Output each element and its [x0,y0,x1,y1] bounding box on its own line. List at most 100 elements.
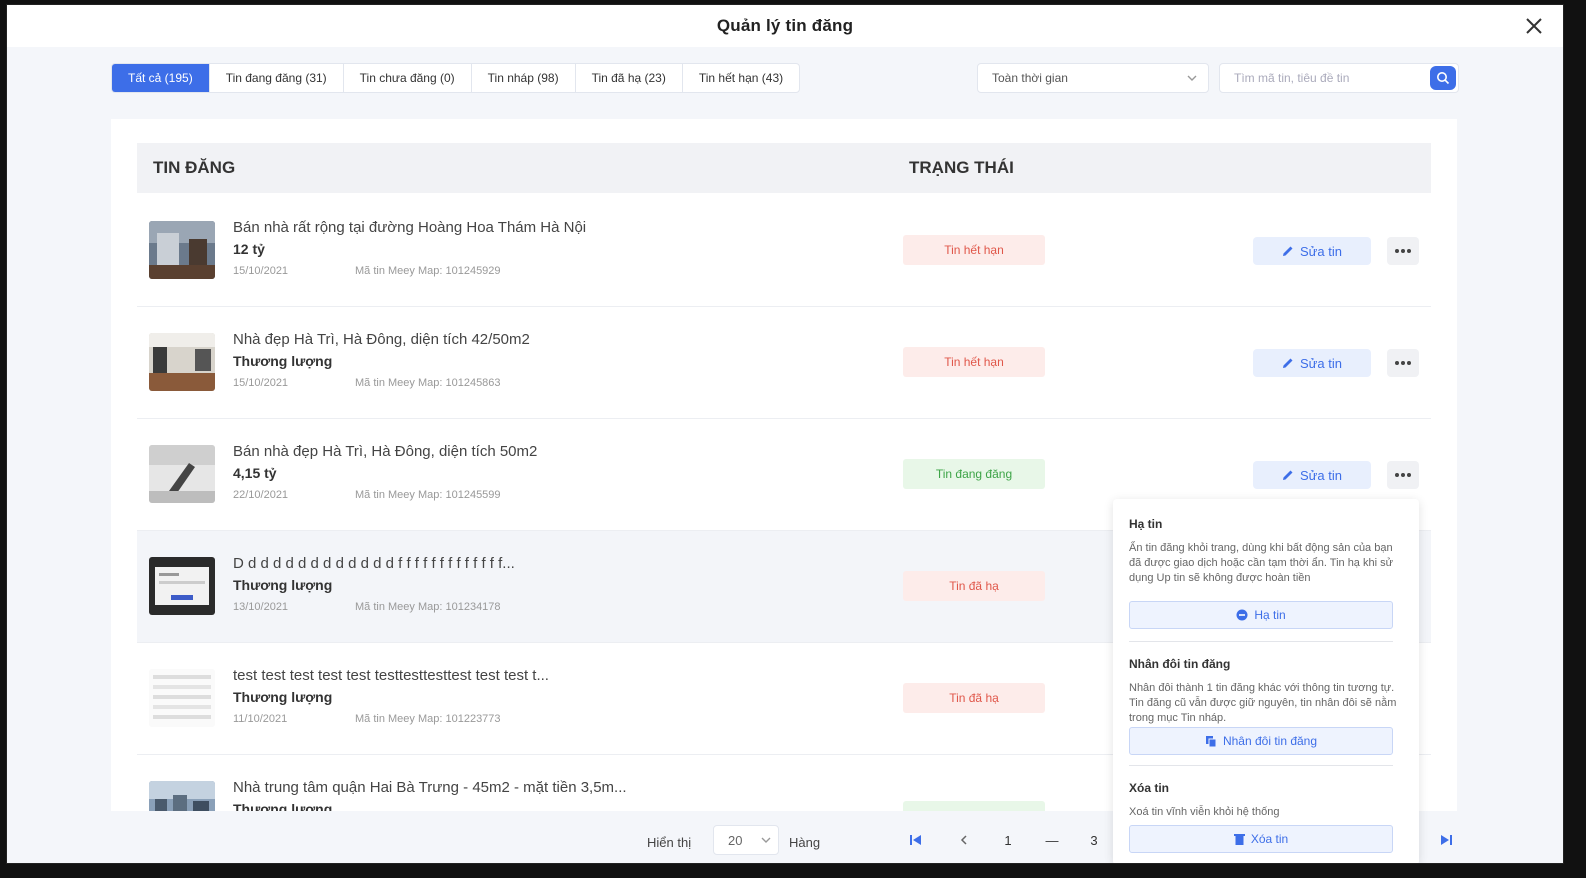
delete-post-label: Xóa tin [1250,832,1289,846]
menu-heading: Nhân đôi tin đăng [1129,657,1231,671]
post-thumbnail [149,669,215,727]
minus-circle-icon [1236,609,1248,621]
more-options-button[interactable] [1387,237,1419,265]
more-dots-icon [1395,361,1411,365]
close-icon [1526,18,1542,34]
edit-post-button[interactable]: Sửa tin [1253,349,1371,377]
pencil-icon [1283,358,1293,368]
more-dots-icon [1395,473,1411,477]
menu-section-duplicate: Nhân đôi tin đăng Nhân đôi thành 1 tin đ… [1129,657,1403,755]
time-filter-select[interactable]: Toàn thời gian [977,63,1209,93]
menu-section-take-down: Hạ tin Ẩn tin đăng khỏi trang, dùng khi … [1129,517,1403,629]
post-date: 11/10/2021 [233,713,288,725]
table-row[interactable]: Nhà đẹp Hà Trì, Hà Đông, diện tích 42/50… [137,307,1431,419]
search-button[interactable] [1430,66,1456,90]
post-price: 4,15 tỷ [233,465,277,481]
take-down-button[interactable]: Hạ tin [1129,601,1393,629]
post-date: 15/10/2021 [233,377,289,389]
tab-drafts[interactable]: Tin nháp (98) [472,64,576,92]
last-page-icon [1441,835,1452,845]
search-icon [1437,72,1450,85]
titlebar: Quản lý tin đăng [7,5,1563,47]
page-button[interactable]: 1 [993,825,1023,855]
take-down-label: Hạ tin [1254,608,1286,622]
status-badge: Tin hết hạn [903,347,1045,377]
tab-all[interactable]: Tất cả (195) [112,64,210,92]
post-thumbnail [149,333,215,391]
menu-divider [1129,765,1393,766]
chevron-left-icon [960,835,967,845]
post-thumbnail [149,445,215,503]
show-label: Hiển thị [647,835,692,850]
menu-description: Xoá tin vĩnh viễn khỏi hệ thống [1129,806,1280,818]
duplicate-post-label: Nhân đôi tin đăng [1222,734,1318,748]
post-title[interactable]: D d d d d d d d d d d d d f f f f f f f … [233,555,515,572]
manage-posts-window: Quản lý tin đăng Tất cả (195) Tin đang đ… [6,4,1564,864]
chevron-down-icon [761,837,771,843]
prev-page-button[interactable] [949,825,979,855]
post-date: 15/10/2021 [233,265,289,277]
status-badge: Tin hết hạn [903,235,1045,265]
search-box [1219,63,1459,93]
post-price: 12 tỷ [233,241,265,257]
edit-post-label: Sửa tin [1300,355,1342,371]
post-title[interactable]: test test test test test testtesttesttes… [233,667,549,684]
trash-icon [1233,834,1245,845]
first-page-icon [910,835,921,845]
rows-label: Hàng [789,835,821,850]
last-page-button[interactable] [1431,825,1461,855]
post-code: Mã tin Meey Map: 101245929 [355,265,501,277]
chevron-down-icon [1187,75,1197,81]
status-badge: Tin đã hạ [903,683,1045,713]
window-title: Quản lý tin đăng [716,16,854,35]
post-price: Thương lượng [233,577,333,593]
post-title[interactable]: Nhà trung tâm quận Hai Bà Trưng - 45m2 -… [233,779,627,796]
post-title[interactable]: Bán nhà rất rộng tại đường Hoàng Hoa Thá… [233,219,586,236]
post-title[interactable]: Nhà đẹp Hà Trì, Hà Đông, diện tích 42/50… [233,331,530,348]
post-code: Mã tin Meey Map: 101245863 [355,377,501,389]
pencil-icon [1283,470,1293,480]
page-size-value: 20 [728,832,743,848]
time-filter-value: Toàn thời gian [992,71,1068,85]
edit-post-label: Sửa tin [1300,467,1342,483]
post-price: Thương lượng [233,689,333,705]
first-page-button[interactable] [901,825,931,855]
edit-post-button[interactable]: Sửa tin [1253,237,1371,265]
page-button[interactable]: 3 [1079,825,1109,855]
status-tabs: Tất cả (195) Tin đang đăng (31) Tin chưa… [111,63,801,93]
menu-heading: Hạ tin [1129,517,1163,531]
table-header: TIN ĐĂNG TRẠNG THÁI [137,143,1431,193]
pencil-icon [1283,246,1293,256]
status-badge: Tin đã hạ [903,571,1045,601]
table-row[interactable]: Bán nhà rất rộng tại đường Hoàng Hoa Thá… [137,195,1431,307]
tab-unpublished[interactable]: Tin chưa đăng (0) [344,64,472,92]
tab-active[interactable]: Tin đang đăng (31) [210,64,344,92]
more-options-button[interactable] [1387,349,1419,377]
column-header-post: TIN ĐĂNG [153,158,236,177]
tab-taken-down[interactable]: Tin đã hạ (23) [576,64,683,92]
post-options-menu: Hạ tin Ẩn tin đăng khỏi trang, dùng khi … [1113,499,1419,863]
post-code: Mã tin Meey Map: 101234178 [355,601,501,613]
post-title[interactable]: Bán nhà đẹp Hà Trì, Hà Đông, diện tích 5… [233,443,537,460]
post-date: 22/10/2021 [233,489,289,501]
delete-post-button[interactable]: Xóa tin [1129,825,1393,853]
search-input[interactable] [1234,71,1424,85]
edit-post-button[interactable]: Sửa tin [1253,461,1371,489]
menu-heading: Xóa tin [1129,781,1170,795]
page-ellipsis[interactable]: — [1037,825,1067,855]
menu-section-delete: Xóa tin Xoá tin vĩnh viễn khỏi hệ thống … [1129,781,1403,853]
duplicate-post-button[interactable]: Nhân đôi tin đăng [1129,727,1393,755]
more-options-button[interactable] [1387,461,1419,489]
menu-divider [1129,641,1393,642]
page-size-select[interactable]: 20 [713,825,779,855]
copy-icon [1205,735,1217,747]
post-thumbnail [149,781,215,811]
post-thumbnail [149,557,215,615]
more-dots-icon [1395,249,1411,253]
tab-expired[interactable]: Tin hết hạn (43) [683,64,799,92]
menu-description: Ẩn tin đăng khỏi trang, dùng khi bất độn… [1129,542,1393,584]
close-button[interactable] [1521,13,1547,39]
post-code: Mã tin Meey Map: 101245599 [355,489,501,501]
edit-post-label: Sửa tin [1300,243,1342,259]
menu-description: Nhân đôi thành 1 tin đăng khác với thông… [1129,682,1397,724]
